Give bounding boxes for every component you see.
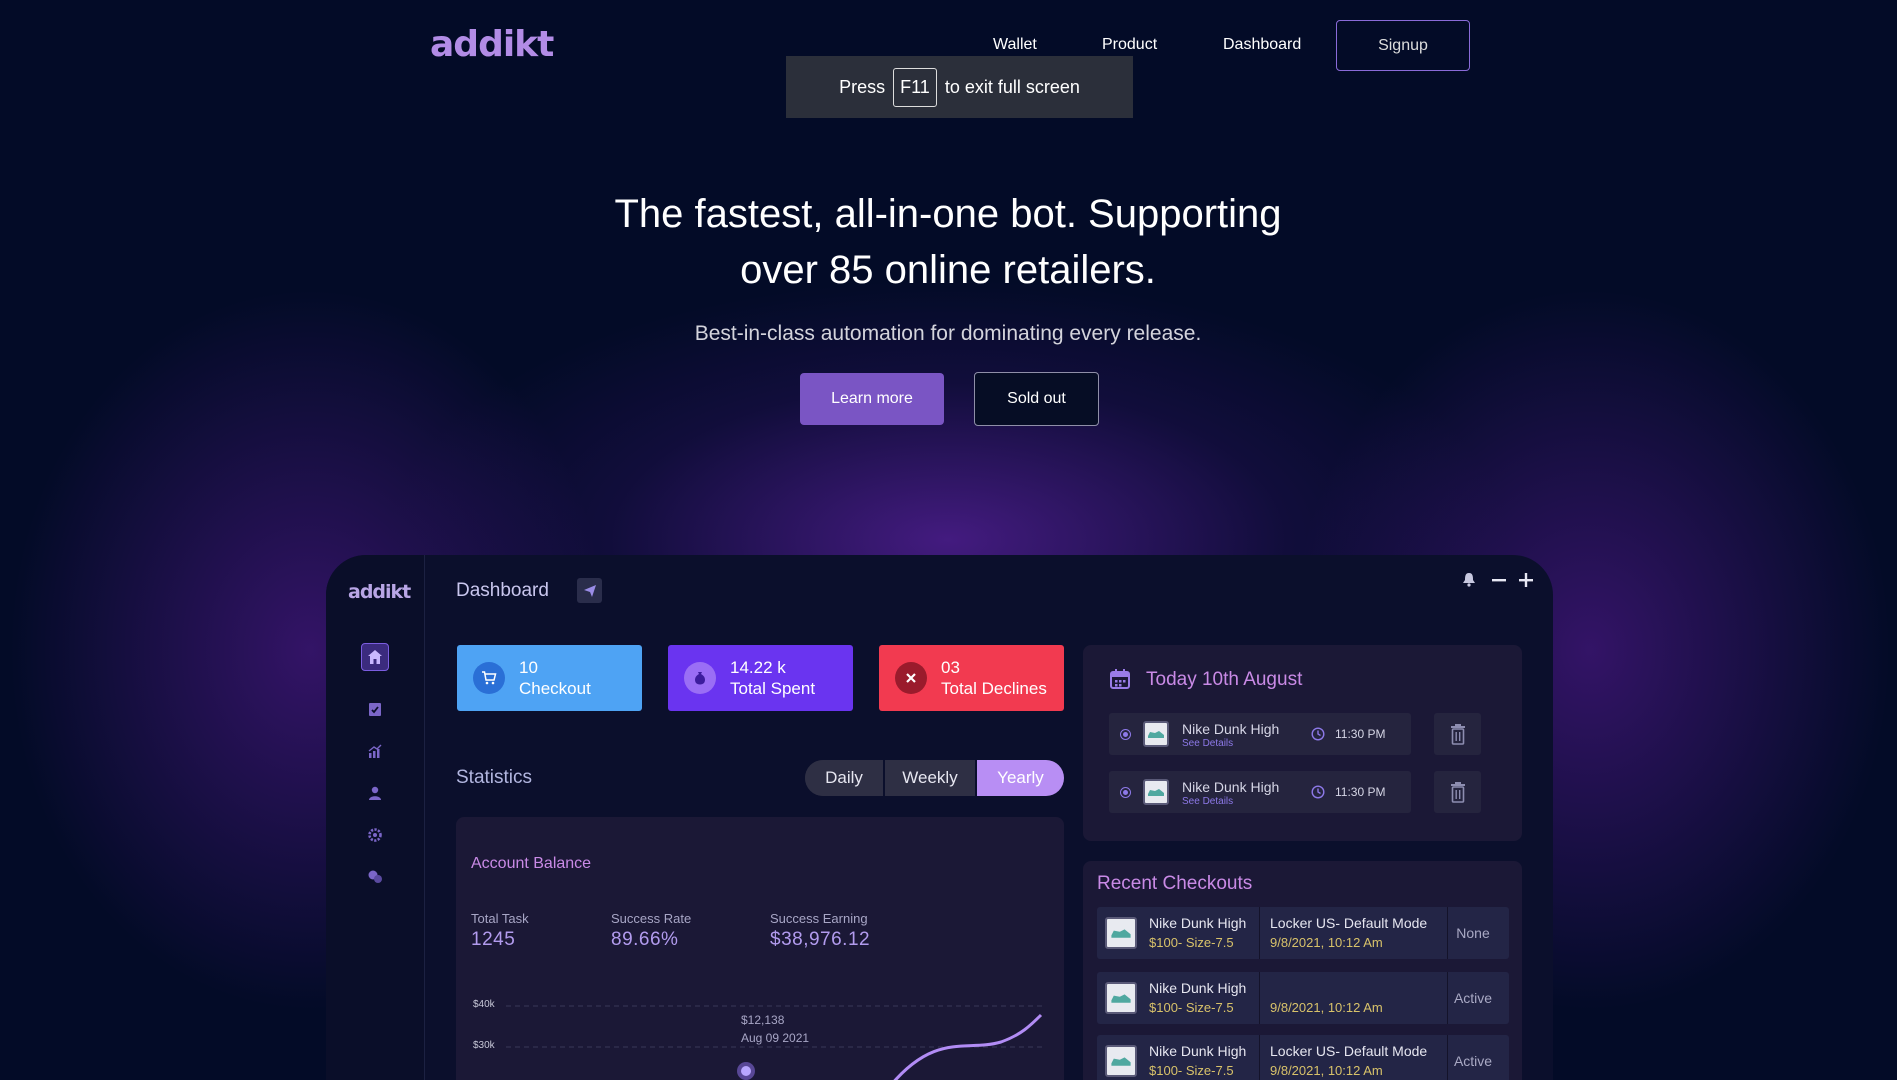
tooltip-date: Aug 09 2021 (741, 1031, 810, 1045)
sneaker-thumbnail (1105, 1045, 1137, 1077)
see-details-link[interactable]: See Details (1182, 738, 1233, 749)
checkout-count: 10 (519, 658, 538, 677)
period-weekly[interactable]: Weekly (885, 760, 977, 796)
fullscreen-notice-prefix: Press (839, 76, 886, 97)
checkout-date: 9/8/2021, 10:12 Am (1270, 935, 1383, 950)
sneaker-thumbnail (1105, 982, 1137, 1014)
checkout-date: 9/8/2021, 10:12 Am (1270, 1063, 1383, 1078)
schedule-item-name: Nike Dunk High (1182, 779, 1280, 795)
sneaker-thumbnail (1143, 721, 1169, 747)
checkout-row[interactable]: Nike Dunk High $100- Size-7.5 Locker US-… (1097, 1035, 1509, 1080)
checkout-status: Active (1453, 990, 1493, 1006)
dashboard-preview: addikt Dashboard 10 Checkout 14.22 k Tot… (326, 555, 1553, 1080)
dashboard-sidebar: addikt (326, 555, 425, 1080)
checkout-row[interactable]: Nike Dunk High $100- Size-7.5 9/8/2021, … (1097, 972, 1509, 1024)
checkout-mode: Locker US- Default Mode (1270, 1043, 1428, 1059)
nav-link-wallet[interactable]: Wallet (993, 36, 1037, 54)
total-declines-card[interactable]: 03 Total Declines (879, 645, 1064, 711)
checkout-row[interactable]: Nike Dunk High $100- Size-7.5 Locker US-… (1097, 907, 1509, 959)
hero-title-line2: over 85 online retailers. (740, 248, 1156, 292)
checkout-date: 9/8/2021, 10:12 Am (1270, 1000, 1383, 1015)
tooltip-point (741, 1066, 751, 1076)
f11-key: F11 (893, 67, 937, 107)
brand-logo[interactable]: addikt (430, 24, 554, 65)
account-balance-panel: Account Balance Total Task 1245 Success … (456, 817, 1064, 1080)
schedule-time: 11:30 PM (1335, 727, 1386, 741)
close-icon (895, 662, 927, 694)
money-bag-icon (684, 662, 716, 694)
checkout-label: Checkout (519, 679, 591, 698)
total-declines-value: 03 (941, 658, 960, 677)
checkout-price: $100- Size-7.5 (1149, 1000, 1234, 1015)
column-divider (1259, 1035, 1260, 1080)
today-title: Today 10th August (1146, 669, 1303, 690)
checkout-product: Nike Dunk High (1149, 980, 1247, 996)
sold-out-button[interactable]: Sold out (974, 372, 1099, 426)
schedule-item-name: Nike Dunk High (1182, 721, 1280, 737)
checkout-status: Active (1453, 1053, 1493, 1069)
analytics-icon[interactable] (361, 737, 389, 765)
nav-link-dashboard[interactable]: Dashboard (1223, 36, 1301, 54)
period-daily[interactable]: Daily (805, 760, 885, 796)
total-spent-label: Total Spent (730, 679, 816, 698)
hero-title: The fastest, all-in-one bot. Supporting … (548, 186, 1348, 298)
clock-icon (1311, 785, 1325, 804)
sneaker-thumbnail (1105, 917, 1137, 949)
settings-icon[interactable] (361, 821, 389, 849)
statistics-heading: Statistics (456, 767, 533, 788)
period-toggle: Daily Weekly Yearly (805, 760, 1064, 796)
total-spent-value: 14.22 k (730, 658, 786, 677)
checkout-price: $100- Size-7.5 (1149, 1063, 1234, 1078)
hero-subtitle: Best-in-class automation for dominating … (694, 322, 1202, 345)
trash-icon[interactable] (1434, 713, 1481, 755)
sneaker-thumbnail (1143, 779, 1169, 805)
total-declines-label: Total Declines (941, 679, 1047, 698)
column-divider (1259, 972, 1260, 1024)
schedule-time: 11:30 PM (1335, 785, 1386, 799)
column-divider (1259, 907, 1260, 959)
home-icon[interactable] (361, 643, 389, 671)
checklist-icon[interactable] (361, 695, 389, 723)
fullscreen-notice-suffix: to exit full screen (944, 76, 1080, 97)
recent-checkouts-title: Recent Checkouts (1097, 873, 1253, 894)
period-yearly[interactable]: Yearly (977, 760, 1064, 796)
schedule-radio[interactable] (1120, 729, 1131, 740)
plus-icon[interactable] (1515, 569, 1537, 591)
checkout-card[interactable]: 10 Checkout (457, 645, 642, 711)
clock-icon (1311, 727, 1325, 746)
recent-checkouts-panel: Recent Checkouts Nike Dunk High $100- Si… (1083, 861, 1522, 1080)
checkout-mode: Locker US- Default Mode (1270, 915, 1428, 931)
checkout-price: $100- Size-7.5 (1149, 935, 1234, 950)
see-details-link[interactable]: See Details (1182, 796, 1233, 807)
dashboard-logo: addikt (348, 581, 411, 603)
total-spent-card[interactable]: 14.22 k Total Spent (668, 645, 853, 711)
nav-link-product[interactable]: Product (1102, 36, 1157, 54)
dashboard-title: Dashboard (456, 580, 549, 601)
learn-more-button[interactable]: Learn more (800, 373, 944, 425)
schedule-item[interactable]: Nike Dunk High See Details 11:30 PM (1109, 713, 1411, 755)
fullscreen-notice: Press F11 to exit full screen (786, 56, 1133, 118)
today-schedule-panel: Today 10th August Nike Dunk High See Det… (1083, 645, 1522, 841)
cart-icon (473, 662, 505, 694)
calendar-icon (1109, 668, 1131, 695)
chat-icon[interactable] (361, 863, 389, 891)
schedule-item[interactable]: Nike Dunk High See Details 11:30 PM (1109, 771, 1411, 813)
tooltip-value: $12,138 (741, 1013, 785, 1027)
checkout-product: Nike Dunk High (1149, 1043, 1247, 1059)
minimize-icon[interactable] (1488, 569, 1510, 591)
schedule-radio[interactable] (1120, 787, 1131, 798)
checkout-product: Nike Dunk High (1149, 915, 1247, 931)
trash-icon[interactable] (1434, 771, 1481, 813)
checkout-status: None (1456, 925, 1490, 941)
user-icon[interactable] (361, 779, 389, 807)
signup-button[interactable]: Signup (1336, 20, 1470, 71)
bell-icon[interactable] (1458, 569, 1480, 591)
hero-title-line1: The fastest, all-in-one bot. Supporting (614, 192, 1282, 236)
send-icon[interactable] (577, 578, 602, 603)
